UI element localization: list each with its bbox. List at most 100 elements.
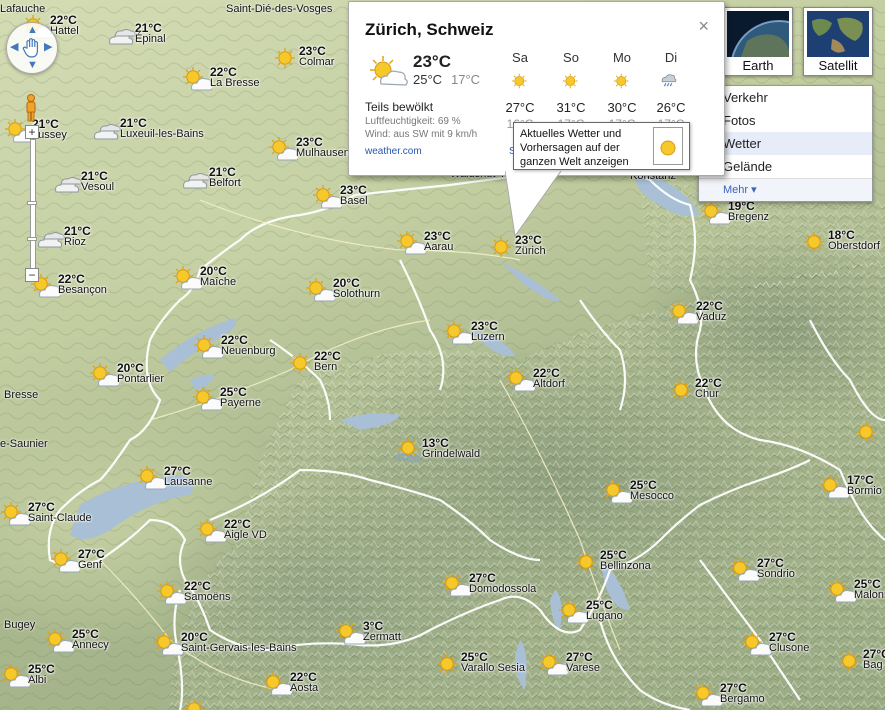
forecast-high: 30°C xyxy=(607,100,637,115)
partly-cloudy-icon xyxy=(1,502,30,526)
pan-control[interactable]: ▲ ▼ ◀ ▶ xyxy=(6,22,58,74)
current-temperature: 23°C xyxy=(413,52,451,71)
marker-place-name: Domodossola xyxy=(469,583,537,595)
weather-source-link[interactable]: weather.com xyxy=(365,146,422,157)
marker-place-name: Bellinzona xyxy=(600,560,651,572)
marker-place-name: Bergamo xyxy=(720,693,765,705)
satellite-button[interactable]: Satellit xyxy=(803,7,873,76)
layer-item-label: Wetter xyxy=(723,136,762,151)
marker-place-name: Payerne xyxy=(220,397,261,409)
more-layers-button[interactable]: Mehr ▾ xyxy=(699,178,872,201)
chevron-down-icon: ▾ xyxy=(751,184,757,196)
satellite-thumbnail xyxy=(807,11,869,57)
forecast-icon xyxy=(660,70,682,92)
satellite-label: Satellit xyxy=(818,58,858,73)
marker-place-name: Vesoul xyxy=(81,181,115,193)
zoom-control[interactable]: + − xyxy=(25,125,39,290)
marker-place-name: Basel xyxy=(340,195,368,207)
pan-down-icon[interactable]: ▼ xyxy=(27,60,38,71)
earth-button[interactable]: Earth xyxy=(723,7,793,76)
marker-place-name: La Bresse xyxy=(210,77,260,89)
cloudy-icon xyxy=(109,29,136,45)
marker-place-name: Mesocco xyxy=(630,490,675,502)
pan-left-icon[interactable]: ◀ xyxy=(10,42,18,53)
partly-cloudy-icon xyxy=(827,579,856,603)
marker-place-name: Clusone xyxy=(769,642,810,654)
pegman-icon[interactable] xyxy=(23,94,39,122)
marker-place-name: Bag xyxy=(863,659,883,671)
partly-cloudy-icon xyxy=(1,664,30,688)
marker-place-name: Belfort xyxy=(209,177,241,189)
sunny-icon xyxy=(839,651,859,671)
partly-cloudy-icon xyxy=(51,549,80,573)
forecast-icon xyxy=(560,70,582,92)
rain-icon xyxy=(661,74,677,87)
sunny-icon xyxy=(290,353,310,373)
cloudy-icon xyxy=(55,177,82,193)
partly-cloudy-icon xyxy=(263,672,292,696)
sunny-icon xyxy=(613,73,629,89)
marker-place-name: Luxeuil-les-Bains xyxy=(120,128,204,140)
place-label: Bugey xyxy=(4,619,36,631)
marker-place-name: Albi xyxy=(28,674,47,686)
marker-place-name: Oberstdorf xyxy=(828,240,880,252)
marker-place-name: Samoëns xyxy=(184,591,231,603)
marker-place-name: Zürich xyxy=(515,245,546,257)
current-low: 17°C xyxy=(451,72,481,87)
partly-cloudy-icon xyxy=(693,683,722,707)
close-icon[interactable]: × xyxy=(698,16,709,37)
zoom-out-button[interactable]: − xyxy=(25,268,39,282)
hand-icon xyxy=(22,38,38,58)
partly-cloudy-icon xyxy=(336,621,365,645)
marker-place-name: Aigle VD xyxy=(224,529,267,541)
cloudy-icon xyxy=(38,232,65,248)
marker-place-name: Aarau xyxy=(424,241,454,253)
zoom-in-button[interactable]: + xyxy=(25,125,39,139)
marker-place-name: Altdorf xyxy=(533,378,565,390)
marker-place-name: Varallo Sesia xyxy=(461,662,525,674)
marker-place-name: Luzern xyxy=(471,331,505,343)
sunny-icon xyxy=(856,422,876,442)
partly-cloudy-icon xyxy=(506,368,535,392)
marker-place-name: Épinal xyxy=(135,33,166,45)
pan-up-icon[interactable]: ▲ xyxy=(27,25,38,36)
zoom-track[interactable] xyxy=(30,139,36,279)
sunny-icon xyxy=(275,48,295,68)
layer-item-label: Fotos xyxy=(723,113,756,128)
current-high: 25°C xyxy=(413,72,443,87)
marker-place-name: Bregenz xyxy=(728,211,769,223)
marker-place-name: Lausanne xyxy=(164,476,213,488)
info-title: Zürich, Schweiz xyxy=(365,20,494,39)
partly-cloudy-icon xyxy=(559,600,588,624)
forecast-icon xyxy=(611,70,633,92)
partly-cloudy-icon xyxy=(313,185,342,209)
tooltip-text: Aktuelles Wetter und Vorhersagen auf der… xyxy=(520,128,629,168)
partly-cloudy-icon xyxy=(442,573,471,597)
marker-place-name: Vaduz xyxy=(696,311,727,323)
marker-place-name: Sondrio xyxy=(757,568,795,580)
condition-text: Teils bewölkt xyxy=(365,100,434,114)
cloudy-icon xyxy=(183,173,210,189)
partly-cloudy-icon xyxy=(269,137,298,161)
partly-cloudy-icon xyxy=(820,475,849,499)
layer-item-label: Gelände xyxy=(723,159,773,174)
marker-place-name: Bormio xyxy=(847,485,882,497)
partly-cloudy-icon xyxy=(137,466,166,490)
marker-place-name: Neuenburg xyxy=(221,345,276,357)
earth-label: Earth xyxy=(742,58,774,73)
sunny-icon xyxy=(511,73,527,89)
partly-cloudy-icon xyxy=(173,266,202,290)
earth-thumbnail xyxy=(727,11,789,57)
partly-cloudy-icon xyxy=(701,201,730,225)
marker-place-name: Chur xyxy=(695,388,719,400)
sunny-icon xyxy=(671,380,691,400)
partly-cloudy-icon xyxy=(45,629,74,653)
pan-right-icon[interactable]: ▶ xyxy=(44,42,52,53)
weather-tooltip: Aktuelles Wetter und Vorhersagen auf der… xyxy=(513,122,690,170)
marker-place-name: Genf xyxy=(78,559,102,571)
partly-cloudy-icon xyxy=(197,519,226,543)
marker-place-name: Pontarlier xyxy=(117,373,165,385)
partly-cloudy-icon xyxy=(370,56,408,86)
sunny-icon xyxy=(562,73,578,89)
partly-cloudy-icon xyxy=(539,652,568,676)
